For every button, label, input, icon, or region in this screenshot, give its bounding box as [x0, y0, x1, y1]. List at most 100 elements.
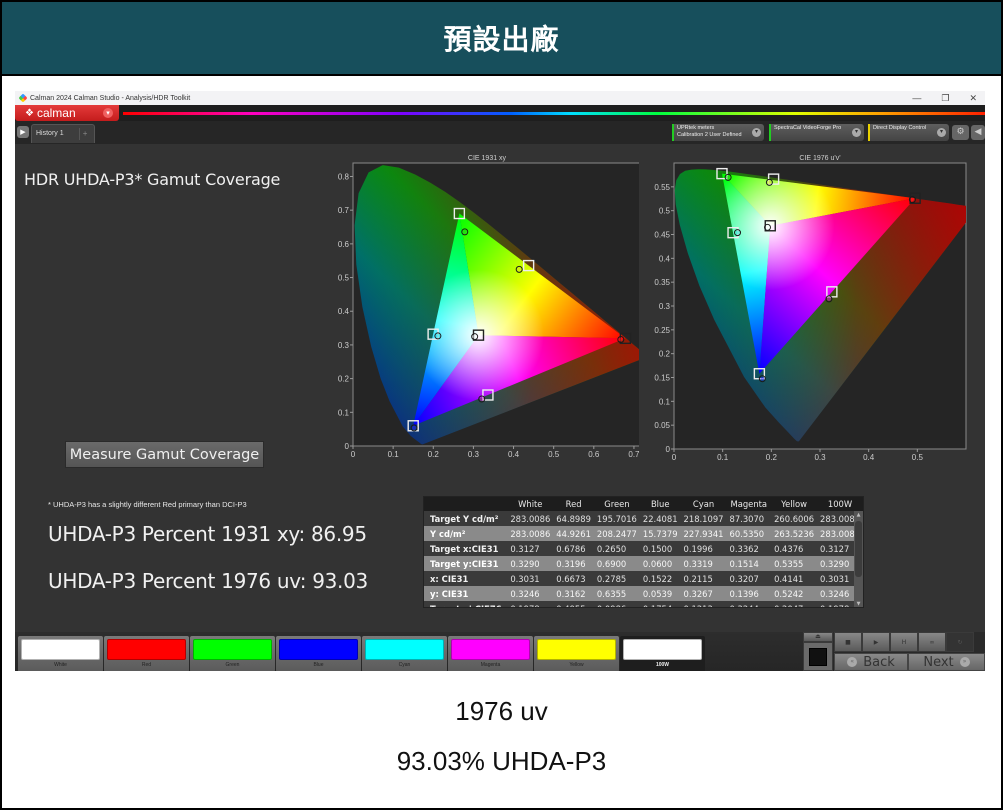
calman-logo-icon: ❖ — [25, 107, 34, 119]
settings-button[interactable]: ⚙ — [952, 125, 969, 140]
y-tick-label: 0.4 — [659, 254, 671, 263]
scroll-thumb[interactable] — [855, 521, 862, 577]
next-arrow-icon: » — [959, 657, 970, 667]
swatch-label: Yellow — [569, 662, 584, 668]
minimize-button[interactable]: — — [912, 93, 921, 103]
table-row: y: CIE31 0.3246 0.3162 0.6355 0.0539 0.3267 0.… — [424, 586, 863, 601]
table-cell: 0.3244 — [726, 601, 772, 607]
table-cell: 0.1978 — [507, 601, 554, 607]
main-content: HDR UHDA-P3* Gamut Coverage CIE 1931 xy … — [15, 144, 985, 632]
table-row: Target Y cd/m² 283.0086 64.8989 195.7016 22.… — [424, 511, 863, 526]
scroll-up-icon[interactable]: ▲ — [854, 511, 863, 519]
swatch-label: Magenta — [480, 662, 501, 668]
measured-point-fill — [618, 337, 623, 342]
device-line2: Calibration 2 User Defined — [677, 132, 742, 138]
table-cell: 260.6006 — [771, 511, 818, 526]
cie1976-chart: CIE 1976 u'v' 0 0.1 0.2 0.3 0.4 0.5 0 0.05 0.1 0.… — [640, 144, 980, 464]
measurement-table-grid: White Red Green Blue Cyan Magenta Yellow 100W Ta… — [424, 497, 863, 607]
y-tick-label: 0 — [345, 442, 350, 451]
stop-button[interactable]: ■ — [834, 632, 862, 652]
table-column-header: Cyan — [680, 497, 727, 511]
table-cell: 0.3162 — [553, 586, 594, 601]
add-tab-button[interactable]: + — [78, 128, 91, 140]
table-column-header: Magenta — [726, 497, 772, 511]
table-cell: 0.2785 — [593, 571, 640, 586]
table-cell: 0.3031 — [507, 571, 554, 586]
patch-preview-icon — [809, 648, 827, 666]
x-tick-label: 0.7 — [628, 450, 639, 459]
swatch-color — [365, 639, 444, 660]
measured-point-fill — [472, 334, 477, 339]
y-tick-label: 0.5 — [338, 274, 350, 283]
play-button[interactable]: ▶ — [862, 632, 890, 652]
scroll-down-icon[interactable]: ▼ — [854, 600, 863, 607]
tab-label: History 1 — [36, 130, 64, 137]
window-titlebar: Calman 2024 Calman Studio - Analysis/HDR… — [15, 91, 985, 105]
patch-preview-button[interactable] — [803, 642, 833, 671]
swatch-color — [21, 639, 100, 660]
restore-button[interactable]: ❐ — [941, 93, 949, 104]
window-title: Calman 2024 Calman Studio - Analysis/HDR… — [30, 94, 191, 102]
table-cell: 60.5350 — [726, 526, 772, 541]
table-cell: 0.1522 — [639, 571, 681, 586]
device-meter-selector[interactable]: UPRtek meters Calibration 2 User Defined… — [672, 124, 764, 141]
measure-gamut-coverage-button[interactable]: Measure Gamut Coverage — [65, 441, 264, 468]
patch-swatch-100w[interactable]: 100W — [620, 636, 705, 671]
table-scrollbar[interactable]: ▲ ▼ — [854, 511, 863, 607]
swatch-label: 100W — [655, 662, 670, 668]
y-tick-label: 0.3 — [338, 341, 350, 350]
x-tick-label: 0.2 — [428, 450, 440, 459]
play-workflow-button[interactable]: ▶ — [17, 126, 29, 138]
table-cell: 283.0086 — [507, 511, 554, 526]
device-status-indicator — [769, 124, 771, 141]
patch-swatch-blue[interactable]: Blue — [276, 636, 361, 671]
patch-swatch-yellow[interactable]: Yellow — [534, 636, 619, 671]
table-cell: 0.1213 — [680, 601, 727, 607]
swatch-label: Blue — [313, 662, 324, 668]
refresh-button[interactable]: ↻ — [946, 632, 974, 652]
device-source-selector[interactable]: SpectraCal VideoForge Pro ▾ — [769, 124, 864, 141]
caption-line-1: 1976 uv — [455, 696, 548, 726]
table-cell: 64.8989 — [553, 511, 594, 526]
table-cell: 283.0086 — [507, 526, 554, 541]
measured-point-fill — [826, 296, 831, 301]
table-cell: 0.3127 — [507, 541, 554, 556]
y-tick-label: 0.2 — [659, 350, 671, 359]
table-cell: 0.6900 — [593, 556, 640, 571]
y-tick-label: 0.5 — [659, 207, 671, 216]
table-cell: 0.6786 — [553, 541, 594, 556]
footnote: * UHDA-P3 has a slightly different Red p… — [48, 500, 247, 509]
calman-menu-button[interactable]: ❖ calman ▾ — [15, 105, 119, 121]
eject-icon: ⏏ — [815, 633, 821, 640]
fit-button[interactable]: H — [890, 632, 918, 652]
swatch-color — [537, 639, 616, 660]
close-button[interactable]: ✕ — [969, 93, 977, 104]
loop-button[interactable]: ∞ — [918, 632, 946, 652]
table-cell: 0.3246 — [507, 586, 554, 601]
next-button[interactable]: Next » — [908, 653, 985, 671]
patch-swatch-magenta[interactable]: Magenta — [448, 636, 533, 671]
back-button[interactable]: « Back — [834, 653, 908, 671]
table-cell: 0.3319 — [680, 556, 727, 571]
device-display-selector[interactable]: Direct Display Control ▾ — [868, 124, 949, 141]
table-row-header: Target y:CIE31 — [424, 556, 508, 571]
patch-swatch-red[interactable]: Red — [104, 636, 189, 671]
eject-button[interactable]: ⏏ — [803, 632, 833, 642]
swatch-label: Red — [141, 662, 152, 668]
x-tick-label: 0.3 — [468, 450, 480, 459]
expand-panel-button[interactable]: ◀ — [971, 125, 985, 140]
x-tick-label: 0.5 — [912, 453, 924, 462]
swatch-label: White — [54, 662, 67, 668]
tab-history-1[interactable]: History 1 + — [31, 124, 95, 143]
table-cell: 0.3290 — [507, 556, 554, 571]
x-tick-label: 0.2 — [766, 453, 778, 462]
x-tick-label: 0.4 — [508, 450, 520, 459]
patch-swatch-green[interactable]: Green — [190, 636, 275, 671]
measured-point-fill — [412, 425, 417, 430]
swatch-label: Green — [225, 662, 240, 668]
patch-swatch-white[interactable]: White — [18, 636, 103, 671]
table-column-header: 100W — [817, 497, 863, 511]
chevron-left-icon: ◀ — [974, 127, 982, 137]
patch-swatch-cyan[interactable]: Cyan — [362, 636, 447, 671]
swatch-color — [193, 639, 272, 660]
